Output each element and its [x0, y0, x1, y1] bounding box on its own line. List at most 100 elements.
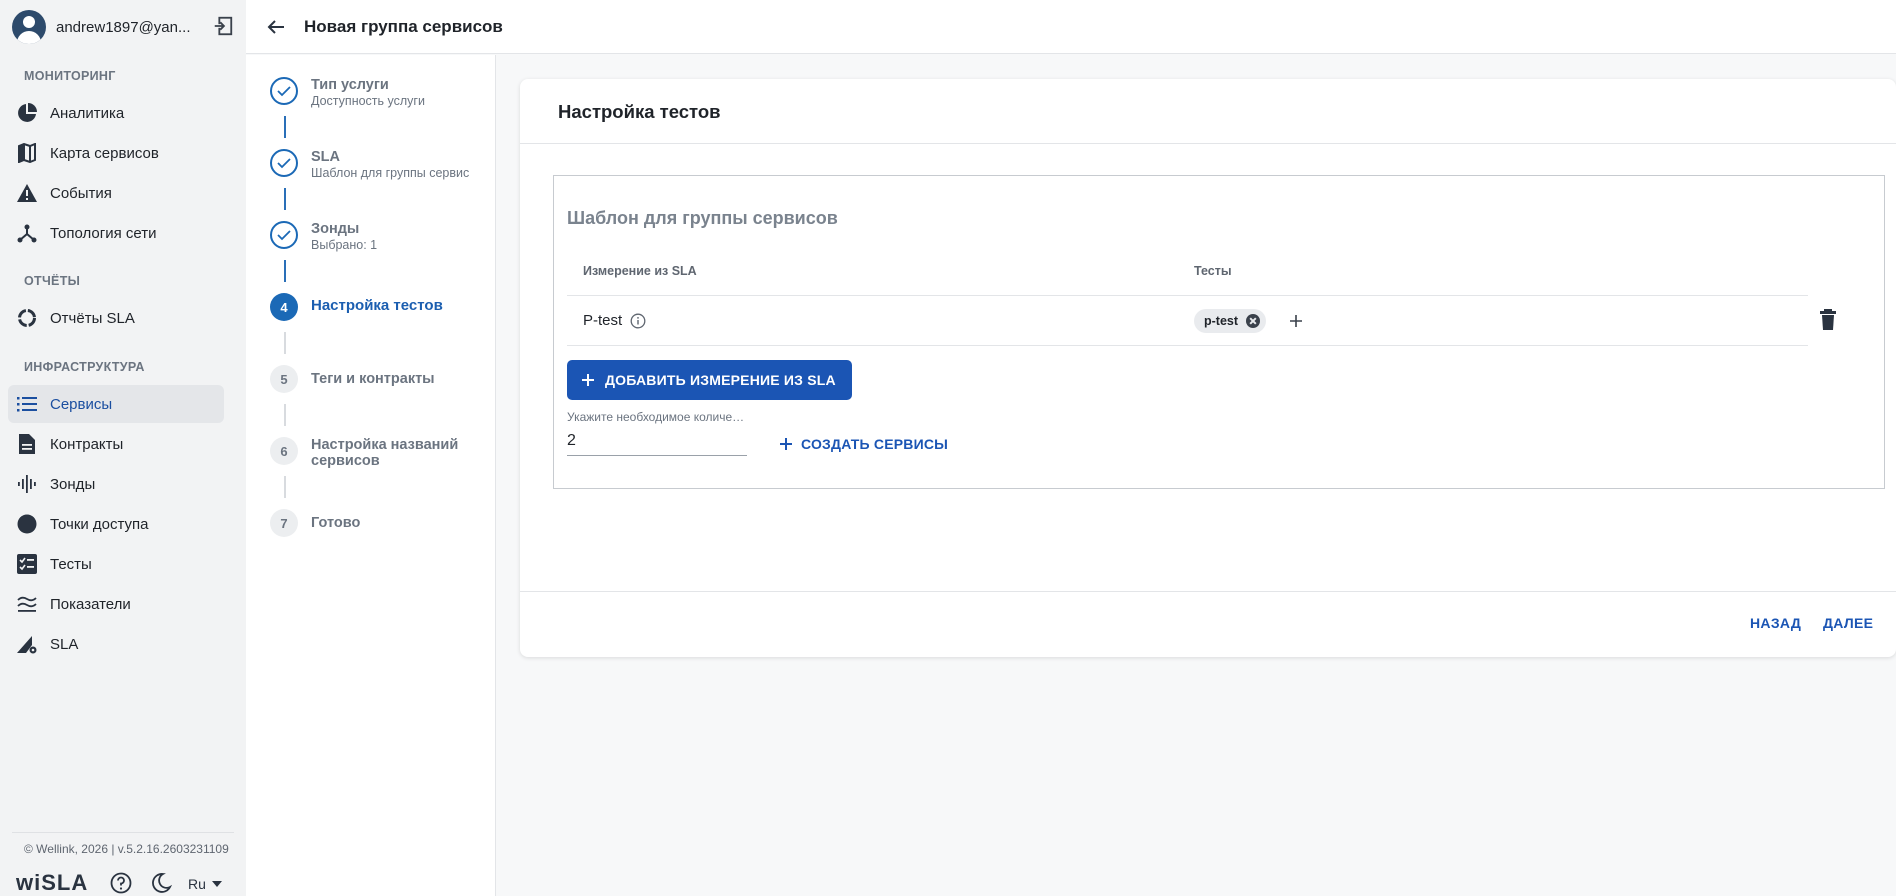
step-sub: Доступность услуги — [311, 94, 425, 108]
step-label: Настройка тестов — [311, 297, 443, 314]
sidebar-item-sla[interactable]: SLA — [8, 625, 224, 663]
language-value: Ru — [188, 876, 206, 892]
step-connector — [284, 332, 286, 354]
card-divider — [520, 143, 1896, 144]
step-test-settings[interactable]: 4 Настройка тестов — [270, 293, 443, 321]
step-tags-contracts[interactable]: 5 Теги и контракты — [270, 365, 435, 393]
plus-icon — [582, 374, 594, 386]
add-test-icon[interactable] — [1289, 308, 1311, 332]
step-connector — [284, 404, 286, 426]
sidebar-item-label: Показатели — [50, 595, 131, 613]
step-connector — [284, 188, 286, 210]
sidebar-item-events[interactable]: События — [8, 174, 224, 212]
sidebar-item-tests[interactable]: Тесты — [8, 545, 224, 583]
sidebar-item-topology[interactable]: Топология сети — [8, 214, 224, 252]
page-header: Новая группа сервисов — [246, 0, 1896, 54]
sidebar-item-label: Сервисы — [50, 395, 113, 413]
sidebar-item-contracts[interactable]: Контракты — [8, 425, 224, 463]
test-chip[interactable]: p-test — [1194, 309, 1267, 333]
step-service-names[interactable]: 6 Настройка названий сервисов — [270, 437, 481, 469]
add-measure-button[interactable]: ДОБАВИТЬ ИЗМЕРЕНИЕ ИЗ SLA — [567, 360, 852, 400]
delete-row-icon[interactable] — [1817, 308, 1839, 332]
info-icon[interactable] — [630, 313, 646, 329]
check-icon — [270, 221, 298, 249]
step-connector — [284, 476, 286, 498]
step-service-type[interactable]: Тип услуги Доступность услуги — [270, 77, 425, 108]
user-profile[interactable]: andrew1897@yan... — [12, 10, 238, 44]
table-row-measure: P-test — [583, 312, 646, 329]
dark-mode-icon[interactable] — [150, 872, 172, 894]
template-title: Шаблон для группы сервисов — [567, 208, 838, 228]
card-footer-divider — [520, 591, 1896, 592]
step-sla[interactable]: SLA Шаблон для группы сервис — [270, 149, 469, 180]
template-panel: Шаблон для группы сервисов Измерение из … — [553, 175, 1885, 489]
step-label: Зонды — [311, 221, 360, 237]
report-ring-icon — [16, 307, 38, 329]
sidebar-item-label: SLA — [50, 635, 79, 653]
step-label: Готово — [311, 515, 361, 531]
sidebar-item-label: Карта сервисов — [50, 144, 159, 162]
sidebar-item-label: Аналитика — [50, 104, 125, 122]
plus-icon — [780, 438, 792, 450]
document-icon — [16, 433, 38, 455]
sidebar-item-label: Точки доступа — [50, 515, 149, 533]
copyright: © Wellink, 2026 | v.5.2.16.2603231109 — [24, 842, 229, 856]
back-arrow-icon[interactable] — [264, 15, 288, 39]
table-divider — [567, 345, 1808, 346]
sidebar-item-label: Отчёты SLA — [50, 309, 135, 327]
pie-chart-icon — [16, 102, 38, 124]
step-label: Теги и контракты — [311, 371, 435, 387]
section-infrastructure: ИНФРАСТРУКТУРА — [24, 360, 145, 374]
check-icon — [270, 77, 298, 105]
section-monitoring: МОНИТОРИНГ — [24, 69, 116, 83]
warning-icon — [16, 182, 38, 204]
section-reports: ОТЧЁТЫ — [24, 274, 81, 288]
sidebar: andrew1897@yan... МОНИТОРИНГ Аналитика К… — [0, 0, 246, 896]
count-field[interactable] — [567, 428, 747, 456]
sidebar-divider — [12, 832, 234, 833]
language-select[interactable]: Ru — [188, 876, 222, 892]
logout-icon[interactable] — [212, 15, 234, 37]
step-number: 5 — [270, 365, 298, 393]
add-measure-label: ДОБАВИТЬ ИЗМЕРЕНИЕ ИЗ SLA — [605, 372, 836, 388]
sidebar-item-sla-reports[interactable]: Отчёты SLA — [8, 299, 224, 337]
test-chip-label: p-test — [1204, 314, 1239, 328]
sidebar-item-access-points[interactable]: Точки доступа — [8, 505, 224, 543]
step-done[interactable]: 7 Готово — [270, 509, 360, 537]
sidebar-item-metrics[interactable]: Показатели — [8, 585, 224, 623]
page-title: Новая группа сервисов — [304, 16, 503, 36]
step-connector — [284, 116, 286, 138]
remove-chip-icon[interactable] — [1246, 314, 1261, 328]
step-sub: Выбрано: 1 — [311, 238, 378, 252]
step-probes[interactable]: Зонды Выбрано: 1 — [270, 221, 377, 252]
step-number: 7 — [270, 509, 298, 537]
sidebar-item-service-map[interactable]: Карта сервисов — [8, 134, 224, 172]
create-services-label: СОЗДАТЬ СЕРВИСЫ — [801, 436, 949, 452]
count-input[interactable] — [567, 428, 747, 454]
list-icon — [16, 393, 38, 415]
step-connector — [284, 260, 286, 282]
sidebar-item-label: Контракты — [50, 435, 124, 453]
back-button[interactable]: НАЗАД — [1750, 615, 1801, 631]
sidebar-item-probes[interactable]: Зонды — [8, 465, 224, 503]
sidebar-item-label: Топология сети — [50, 224, 157, 242]
create-services-button[interactable]: СОЗДАТЬ СЕРВИСЫ — [779, 436, 948, 452]
help-icon[interactable] — [110, 872, 132, 894]
sidebar-item-analytics[interactable]: Аналитика — [8, 94, 224, 132]
count-field-label: Укажите необходимое количество сервисов — [567, 410, 747, 424]
metrics-icon — [16, 593, 38, 615]
check-icon — [270, 149, 298, 177]
column-measure-header: Измерение из SLA — [583, 264, 697, 278]
user-avatar-icon — [12, 10, 46, 44]
step-label: Настройка названий сервисов — [311, 437, 459, 469]
step-number: 4 — [270, 293, 298, 321]
next-button[interactable]: ДАЛЕЕ — [1823, 615, 1873, 631]
signal-bars-icon — [16, 473, 38, 495]
map-icon — [16, 142, 38, 164]
step-number: 6 — [270, 437, 298, 465]
card-title: Настройка тестов — [558, 101, 721, 122]
step-label: Тип услуги — [311, 77, 389, 93]
sidebar-item-services[interactable]: Сервисы — [8, 385, 224, 423]
checklist-icon — [16, 553, 38, 575]
user-name: andrew1897@yan... — [56, 18, 191, 36]
